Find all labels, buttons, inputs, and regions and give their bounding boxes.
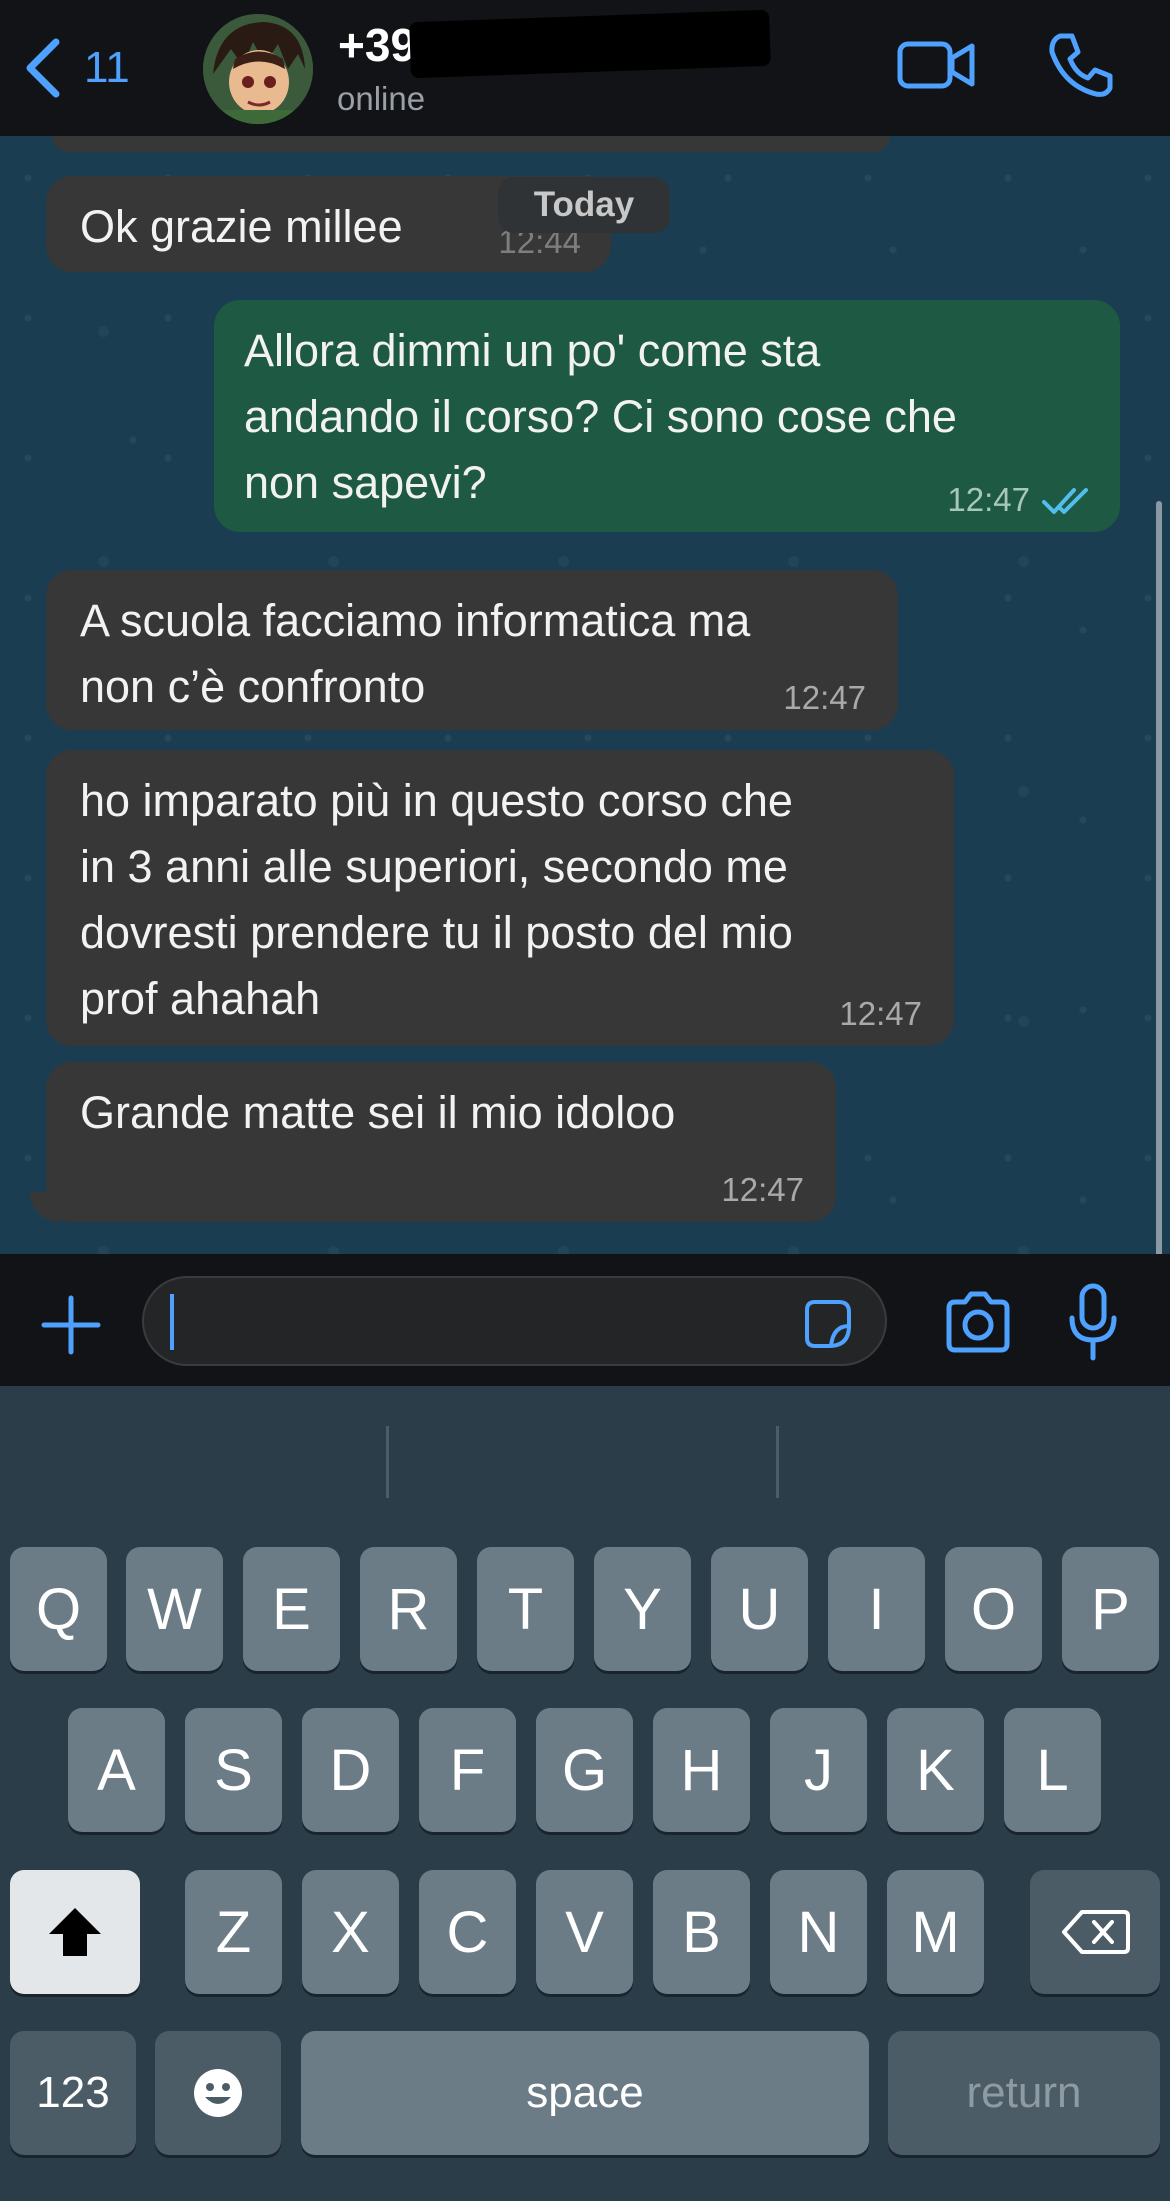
key-s[interactable]: S	[185, 1708, 282, 1832]
key-g[interactable]: G	[536, 1708, 633, 1832]
key-t[interactable]: T	[477, 1547, 574, 1671]
sticker-icon[interactable]	[799, 1296, 855, 1352]
text-caret	[170, 1294, 174, 1350]
key-o[interactable]: O	[945, 1547, 1042, 1671]
bubble-tail	[30, 1192, 60, 1222]
key-q[interactable]: Q	[10, 1547, 107, 1671]
camera-icon[interactable]	[943, 1290, 1013, 1354]
key-b[interactable]: B	[653, 1870, 750, 1994]
key-u[interactable]: U	[711, 1547, 808, 1671]
key-e[interactable]: E	[243, 1547, 340, 1671]
predictive-divider	[776, 1426, 779, 1498]
shift-key[interactable]	[10, 1870, 140, 1994]
chat-header: 11 +39 online	[0, 0, 1170, 136]
message-bubble-incoming[interactable]: ho imparato più in questo corso che in 3…	[46, 750, 954, 1046]
key-k[interactable]: K	[887, 1708, 984, 1832]
emoji-icon	[194, 2069, 242, 2117]
redaction-mark	[409, 9, 771, 79]
numbers-key[interactable]: 123	[10, 2031, 136, 2155]
chevron-left-icon	[26, 38, 60, 98]
emoji-key[interactable]	[155, 2031, 281, 2155]
key-z[interactable]: Z	[185, 1870, 282, 1994]
video-call-icon[interactable]	[896, 30, 976, 100]
message-time: 12:47	[721, 1171, 804, 1208]
chat-area[interactable]: Ok grazie millee 12:44 Today Allora dimm…	[0, 136, 1170, 1254]
message-input[interactable]	[142, 1276, 887, 1366]
key-c[interactable]: C	[419, 1870, 516, 1994]
unread-count: 11	[84, 43, 130, 92]
back-button[interactable]: 11	[22, 30, 152, 106]
message-text: A scuola facciamo informatica ma non c’è…	[80, 595, 751, 712]
backspace-key[interactable]	[1030, 1870, 1160, 1994]
message-time: 12:47	[783, 679, 866, 716]
message-bubble-outgoing[interactable]: Allora dimmi un po' come sta andando il …	[214, 300, 1120, 532]
avatar[interactable]	[203, 14, 313, 124]
message-bubble-incoming[interactable]: A scuola facciamo informatica ma non c’è…	[46, 570, 898, 730]
date-separator: Today	[498, 177, 670, 233]
message-composer	[0, 1254, 1170, 1386]
key-v[interactable]: V	[536, 1870, 633, 1994]
key-y[interactable]: Y	[594, 1547, 691, 1671]
message-time: 12:47	[839, 995, 922, 1032]
key-r[interactable]: R	[360, 1547, 457, 1671]
message-bubble-partial	[52, 136, 890, 152]
key-f[interactable]: F	[419, 1708, 516, 1832]
shift-arrow-icon	[49, 1908, 101, 1956]
message-text: ho imparato più in questo corso che in 3…	[80, 775, 793, 1024]
space-key[interactable]: space	[301, 2031, 869, 2155]
key-a[interactable]: A	[68, 1708, 165, 1832]
plus-icon[interactable]	[40, 1294, 102, 1356]
return-key[interactable]: return	[888, 2031, 1160, 2155]
key-l[interactable]: L	[1004, 1708, 1101, 1832]
read-receipt-icon	[1042, 488, 1088, 514]
phone-call-icon[interactable]	[1046, 30, 1116, 100]
message-text: Grande matte sei il mio idoloo	[80, 1087, 676, 1138]
predictive-bar	[0, 1386, 1170, 1516]
key-m[interactable]: M	[887, 1870, 984, 1994]
microphone-icon[interactable]	[1068, 1282, 1118, 1362]
key-x[interactable]: X	[302, 1870, 399, 1994]
predictive-divider	[386, 1426, 389, 1498]
key-n[interactable]: N	[770, 1870, 867, 1994]
contact-status: online	[337, 80, 426, 117]
key-p[interactable]: P	[1062, 1547, 1159, 1671]
backspace-icon	[1062, 1910, 1130, 1954]
key-j[interactable]: J	[770, 1708, 867, 1832]
avatar-image	[203, 14, 313, 124]
contact-name[interactable]: +39	[338, 18, 416, 72]
message-time: 12:47	[947, 481, 1030, 518]
key-d[interactable]: D	[302, 1708, 399, 1832]
key-w[interactable]: W	[126, 1547, 223, 1671]
keyboard: Q W E R T Y U I O P A S D F G H J K L Z …	[0, 1386, 1170, 2201]
message-bubble-incoming[interactable]: Grande matte sei il mio idoloo 12:47	[46, 1062, 836, 1222]
chat-scrollbar[interactable]	[1156, 501, 1162, 1254]
key-i[interactable]: I	[828, 1547, 925, 1671]
key-h[interactable]: H	[653, 1708, 750, 1832]
